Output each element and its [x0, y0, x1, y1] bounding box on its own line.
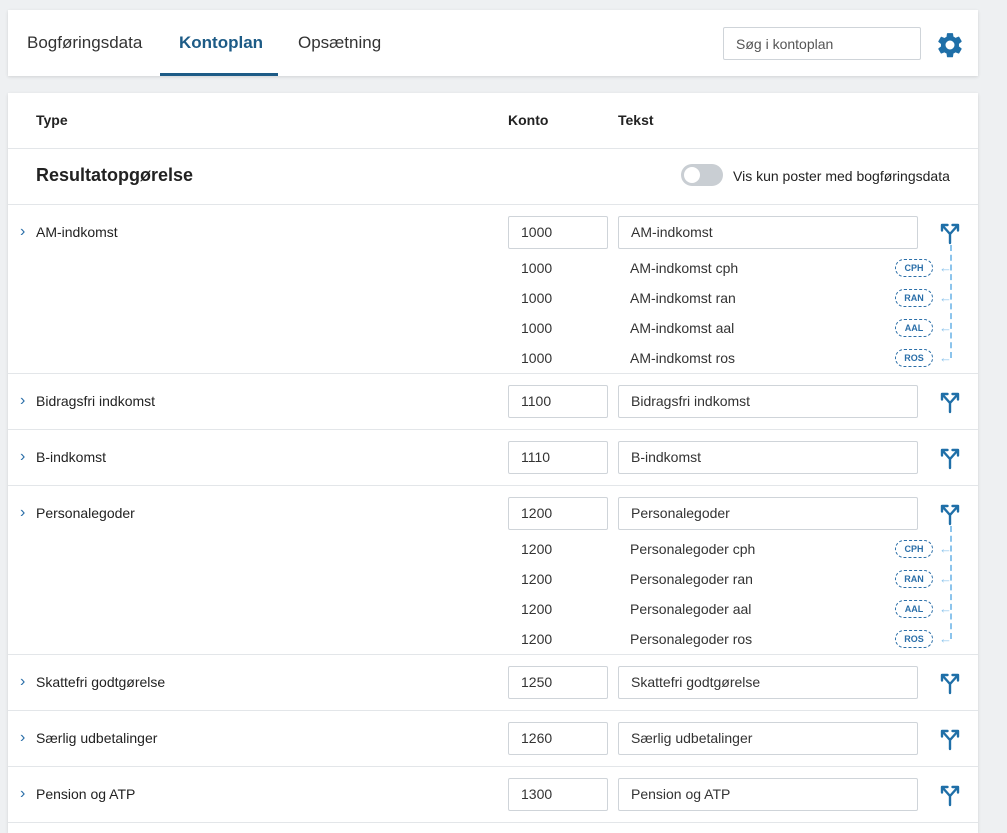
top-navigation: Bogføringsdata Kontoplan Opsætning [8, 10, 978, 76]
sub-konto: 1000 [521, 320, 553, 336]
sub-tekst: AM-indkomst aal [630, 320, 735, 336]
arrow-left-icon: ← [939, 571, 952, 586]
sub-tekst: AM-indkomst cph [630, 260, 739, 276]
split-arrows-icon[interactable] [938, 221, 962, 245]
department-badge: RAN [895, 289, 933, 307]
split-arrows-icon[interactable] [938, 783, 962, 807]
department-badge: RAN [895, 570, 933, 588]
gear-icon[interactable] [935, 30, 965, 60]
filter-toggle-label: Vis kun poster med bogføringsdata [733, 168, 950, 184]
table-row: › Skattefri godtgørelse 1250 Skattefri godt… [8, 655, 978, 711]
konto-field[interactable]: 1110 [508, 441, 608, 474]
table-row: › B-indkomst 1110 B-indkomst [8, 430, 978, 486]
department-badge: ROS [895, 349, 933, 367]
department-badge: ROS [895, 630, 933, 648]
arrow-left-icon: ← [939, 290, 952, 305]
tab-kontoplan[interactable]: Kontoplan [179, 10, 263, 76]
konto-field[interactable]: 1000 [508, 216, 608, 249]
column-header-konto: Konto [508, 112, 549, 128]
table-row: › Bidragsfri indkomst 1100 Bidragsfri indko… [8, 374, 978, 430]
sub-konto: 1200 [521, 631, 553, 647]
split-arrows-icon[interactable] [938, 446, 962, 470]
arrow-left-icon: ← [939, 631, 952, 646]
column-header-type: Type [36, 112, 68, 128]
arrow-left-icon: ← [939, 260, 952, 275]
konto-field[interactable]: 1300 [508, 778, 608, 811]
sub-konto: 1000 [521, 350, 553, 366]
split-arrows-icon[interactable] [938, 727, 962, 751]
arrow-left-icon: ← [939, 320, 952, 335]
kontoplan-table: Type Konto Tekst Resultatopgørelse Vis k… [8, 93, 978, 833]
row-type: Personalegoder [36, 505, 135, 521]
divider [8, 148, 978, 149]
department-badge: CPH [895, 540, 933, 558]
row-type: Skattefri godtgørelse [36, 674, 166, 690]
tekst-field[interactable]: Personalegoder [618, 497, 918, 530]
active-tab-indicator [160, 73, 278, 76]
table-row: › Særlig udbetalinger 1260 Særlig udbetalin… [8, 711, 978, 767]
row-type: Særlig udbetalinger [36, 730, 158, 746]
sub-konto: 1200 [521, 571, 553, 587]
tekst-field[interactable]: Pension og ATP [618, 778, 918, 811]
konto-field[interactable]: 1100 [508, 385, 608, 418]
sub-tekst: Personalegoder ros [630, 631, 753, 647]
column-header-tekst: Tekst [618, 112, 654, 128]
split-arrows-icon[interactable] [938, 671, 962, 695]
sub-tekst: Personalegoder aal [630, 601, 752, 617]
tab-bogforingsdata[interactable]: Bogføringsdata [27, 10, 142, 76]
sub-konto: 1000 [521, 260, 553, 276]
tekst-field[interactable]: Bidragsfri indkomst [618, 385, 918, 418]
konto-field[interactable]: 1250 [508, 666, 608, 699]
chevron-right-icon[interactable]: › [20, 393, 25, 409]
chevron-right-icon[interactable]: › [20, 786, 25, 802]
department-badge: CPH [895, 259, 933, 277]
chevron-right-icon[interactable]: › [20, 224, 25, 240]
sub-tekst: AM-indkomst ros [630, 350, 736, 366]
split-arrows-icon[interactable] [938, 390, 962, 414]
sub-konto: 1200 [521, 541, 553, 557]
arrow-left-icon: ← [939, 601, 952, 616]
tekst-field[interactable]: Skattefri godtgørelse [618, 666, 918, 699]
search-input[interactable] [723, 27, 921, 60]
table-row: › Personalegoder 1200 Personalegoder 1200 Per… [8, 486, 978, 655]
chevron-right-icon[interactable]: › [20, 505, 25, 521]
row-type: Pension og ATP [36, 786, 136, 802]
chevron-right-icon[interactable]: › [20, 449, 25, 465]
sub-tekst: Personalegoder ran [630, 571, 753, 587]
sub-tekst: Personalegoder cph [630, 541, 756, 557]
konto-field[interactable]: 1260 [508, 722, 608, 755]
split-arrows-icon[interactable] [938, 502, 962, 526]
filter-toggle[interactable] [681, 164, 723, 186]
department-badge: AAL [895, 600, 933, 618]
department-badge: AAL [895, 319, 933, 337]
row-type: B-indkomst [36, 449, 107, 465]
row-type: Bidragsfri indkomst [36, 393, 156, 409]
section-title: Resultatopgørelse [36, 165, 194, 185]
tekst-field[interactable]: B-indkomst [618, 441, 918, 474]
table-row: › Pension og ATP 1300 Pension og ATP [8, 767, 978, 823]
tab-opsaetning[interactable]: Opsætning [298, 10, 381, 76]
arrow-left-icon: ← [939, 350, 952, 365]
arrow-left-icon: ← [939, 541, 952, 556]
sub-konto: 1000 [521, 290, 553, 306]
tekst-field[interactable]: AM-indkomst [618, 216, 918, 249]
row-type: AM-indkomst [36, 224, 118, 240]
chevron-right-icon[interactable]: › [20, 730, 25, 746]
divider [8, 822, 978, 823]
sub-konto: 1200 [521, 601, 553, 617]
sub-tekst: AM-indkomst ran [630, 290, 736, 306]
tekst-field[interactable]: Særlig udbetalinger [618, 722, 918, 755]
chevron-right-icon[interactable]: › [20, 674, 25, 690]
konto-field[interactable]: 1200 [508, 497, 608, 530]
table-row: › AM-indkomst 1000 AM-indkomst 1000 AM-indkom… [8, 205, 978, 374]
